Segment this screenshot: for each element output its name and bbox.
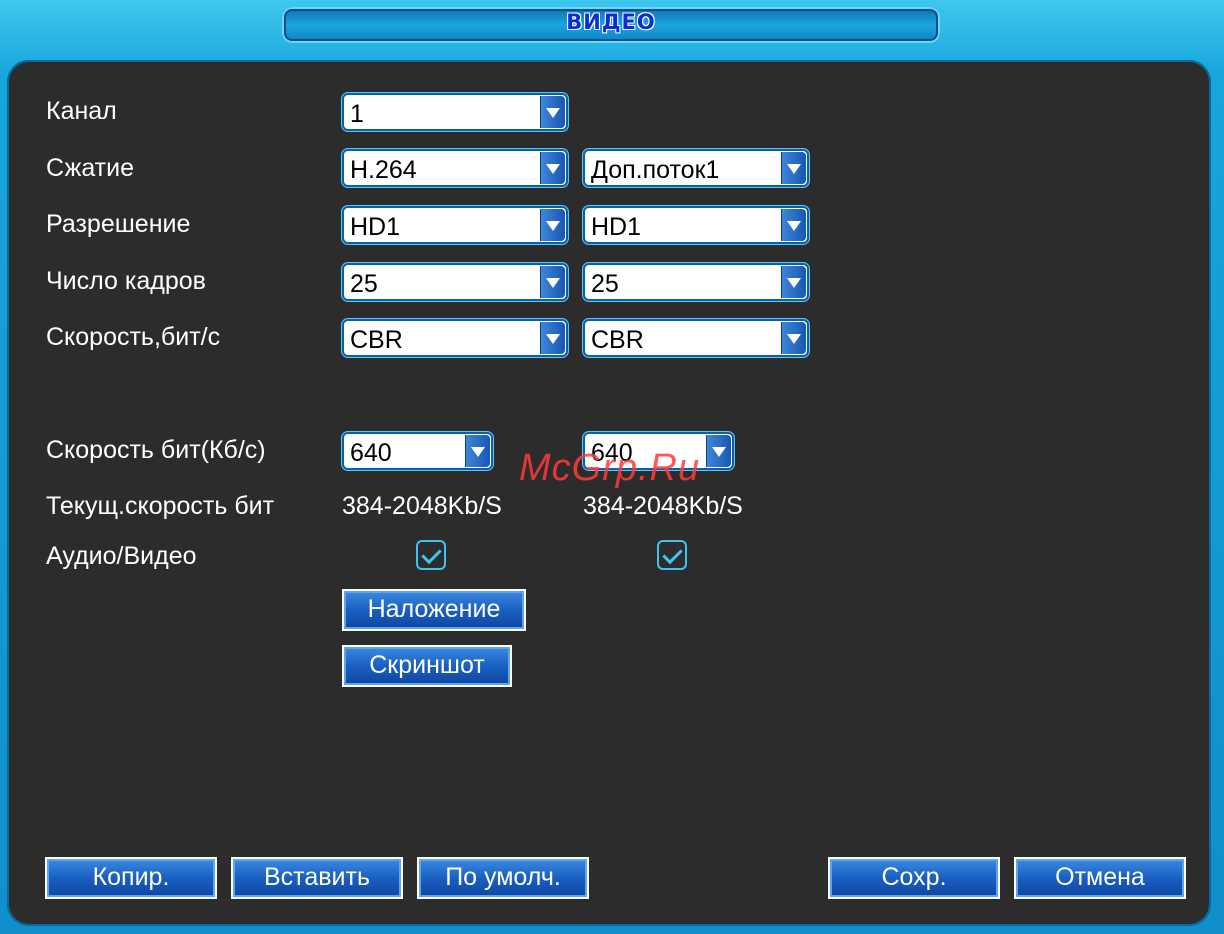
snapshot-button[interactable]: Скриншот [342,645,512,687]
current-bitrate-label: Текущ.скорость бит [46,492,275,520]
resolution-label: Разрешение [46,210,191,238]
chevron-down-icon[interactable] [781,152,806,184]
bitrate-type-extra-select[interactable]: CBR [583,319,809,357]
bitrate-type-extra-value: CBR [591,326,644,354]
chevron-down-icon[interactable] [706,435,731,467]
resolution-extra-select[interactable]: HD1 [583,206,809,244]
framerate-main-select[interactable]: 25 [342,263,568,301]
audio-video-main-checkbox[interactable] [416,540,446,570]
framerate-extra-value: 25 [591,270,619,298]
paste-button[interactable]: Вставить [231,857,403,899]
current-bitrate-extra: 384-2048Kb/S [583,492,743,520]
audio-video-label: Аудио/Видео [46,542,197,570]
compression-main-value: H.264 [350,156,417,184]
stream-select[interactable]: Доп.поток1 [583,149,809,187]
chevron-down-icon[interactable] [540,209,565,241]
channel-select[interactable]: 1 [342,93,568,131]
chevron-down-icon[interactable] [781,209,806,241]
bitrate-type-main-value: CBR [350,326,403,354]
framerate-label: Число кадров [46,267,206,295]
channel-value: 1 [350,100,364,128]
current-bitrate-main: 384-2048Kb/S [342,492,502,520]
chevron-down-icon[interactable] [781,322,806,354]
default-button[interactable]: По умолч. [417,857,589,899]
framerate-extra-select[interactable]: 25 [583,263,809,301]
stream-value: Доп.поток1 [591,156,720,184]
chevron-down-icon[interactable] [540,96,565,128]
compression-main-select[interactable]: H.264 [342,149,568,187]
title-bar: ВИДЕО [282,7,940,43]
page-title: ВИДЕО [566,10,656,34]
chevron-down-icon[interactable] [540,322,565,354]
chevron-down-icon[interactable] [540,152,565,184]
resolution-extra-value: HD1 [591,213,642,241]
resolution-main-value: HD1 [350,213,401,241]
chevron-down-icon[interactable] [540,266,565,298]
chevron-down-icon[interactable] [465,435,490,467]
compression-label: Сжатие [46,154,135,182]
overlay-button[interactable]: Наложение [342,589,526,631]
chevron-down-icon[interactable] [781,266,806,298]
bitrate-main-value: 640 [350,439,392,467]
bitrate-label: Скорость бит(Кб/с) [46,436,266,464]
save-button[interactable]: Сохр. [828,857,1000,899]
watermark: McGrp.Ru [519,447,701,489]
bitrate-main-select[interactable]: 640 [342,432,493,470]
bitrate-type-main-select[interactable]: CBR [342,319,568,357]
resolution-main-select[interactable]: HD1 [342,206,568,244]
audio-video-extra-checkbox[interactable] [657,540,687,570]
framerate-main-value: 25 [350,270,378,298]
channel-label: Канал [46,97,117,125]
cancel-button[interactable]: Отмена [1014,857,1186,899]
copy-button[interactable]: Копир. [45,857,217,899]
bitrate-type-label: Скорость,бит/с [46,323,221,351]
